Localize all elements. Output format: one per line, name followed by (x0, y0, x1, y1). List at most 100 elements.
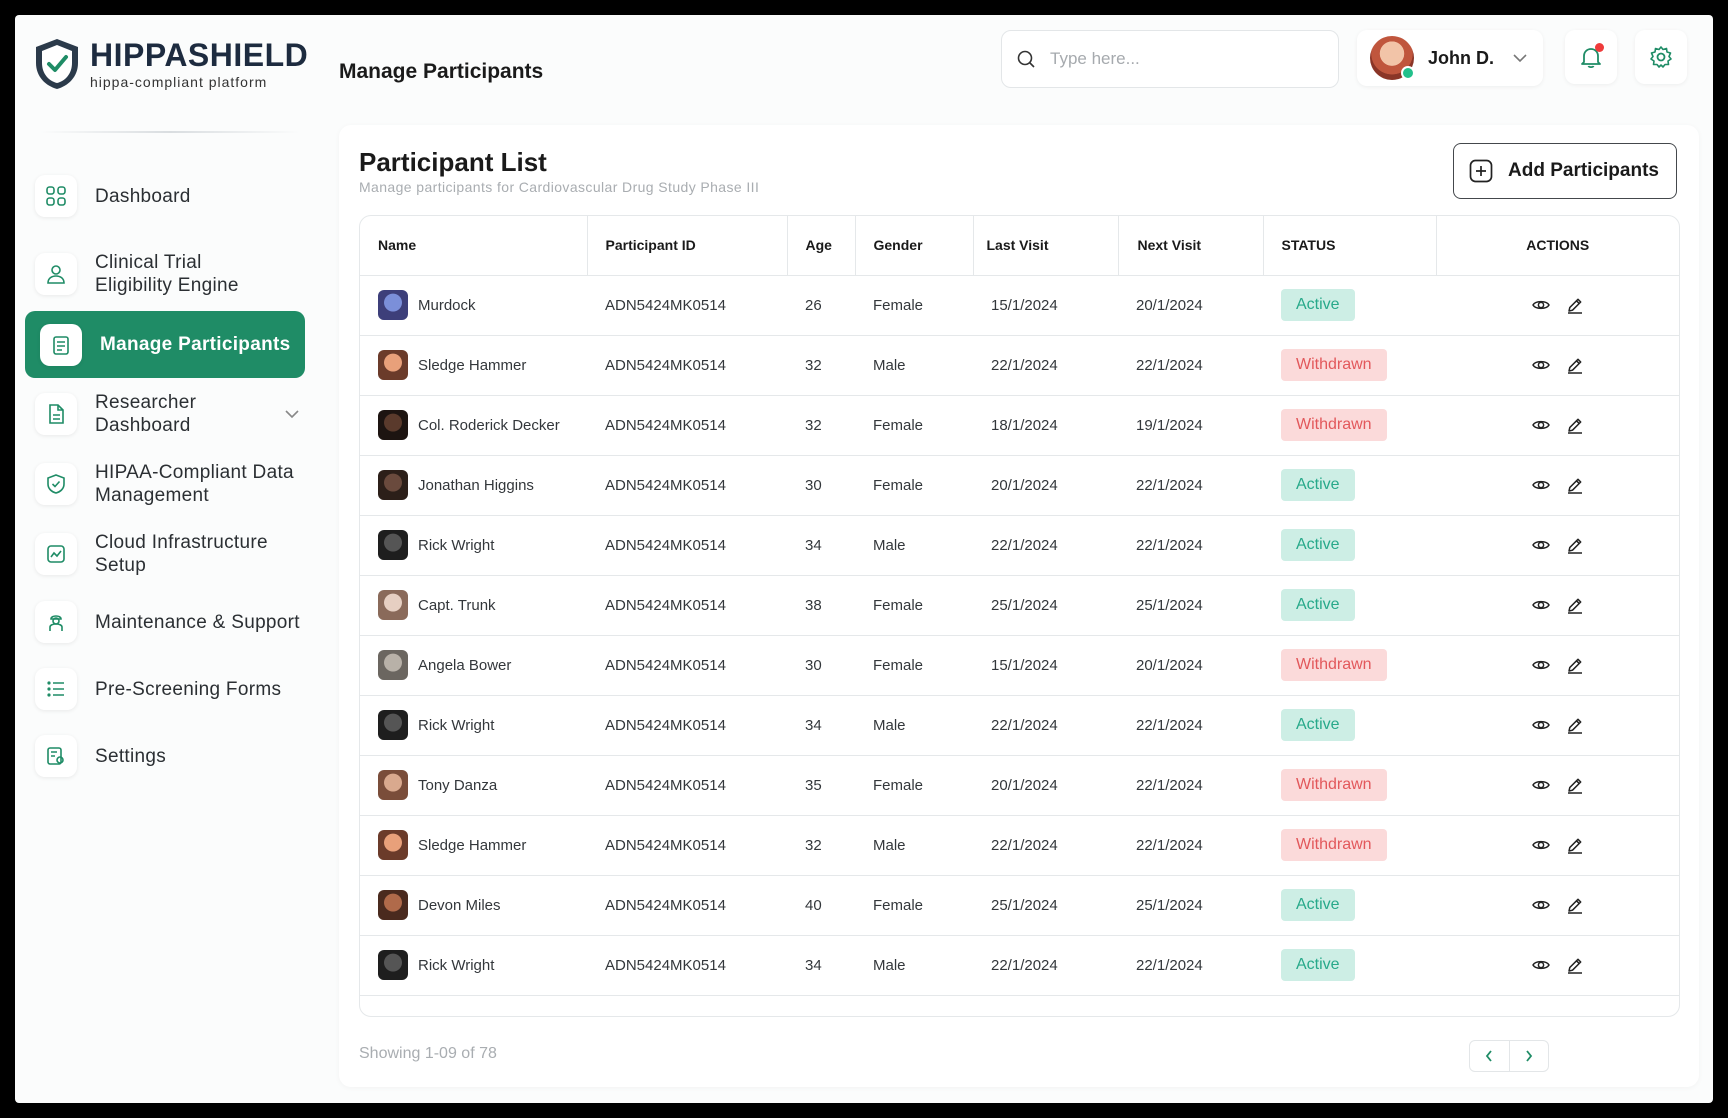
participant-name: Sledge Hammer (418, 356, 527, 374)
sidebar-item-label: Settings (95, 745, 167, 767)
participant-name-cell: Rick Wright (378, 530, 587, 560)
edit-button[interactable] (1565, 595, 1585, 615)
pagination-summary: Showing 1-09 of 78 (359, 1045, 497, 1062)
participant-age: 26 (787, 275, 855, 336)
participant-avatar (378, 350, 408, 380)
edit-button[interactable] (1565, 415, 1585, 435)
view-button[interactable] (1531, 295, 1551, 315)
notifications-button[interactable] (1565, 30, 1617, 84)
participant-name: Col. Roderick Decker (418, 416, 560, 434)
edit-button[interactable] (1565, 655, 1585, 675)
table-row: Sledge Hammer ADN5424MK0514 32 Male 22/1/202… (360, 815, 1679, 876)
pencil-icon (1567, 598, 1582, 614)
edit-button[interactable] (1565, 475, 1585, 495)
notification-badge (1595, 43, 1604, 52)
participant-id: ADN5424MK0514 (587, 455, 787, 516)
search-box[interactable] (1001, 30, 1339, 88)
next-page-button[interactable] (1510, 1041, 1549, 1071)
edit-button[interactable] (1565, 775, 1585, 795)
participant-list-card: Participant List Manage participants for… (339, 125, 1699, 1087)
sidebar-item-manage-participants[interactable]: Manage Participants (25, 311, 305, 378)
table-row: Rick Wright ADN5424MK0514 34 Male 22/1/2024 2… (360, 935, 1679, 996)
pencil-icon (1567, 718, 1582, 734)
edit-button[interactable] (1565, 835, 1585, 855)
column-header-participant-id[interactable]: Participant ID (587, 216, 788, 276)
column-header-status[interactable]: STATUS (1263, 216, 1437, 276)
edit-button[interactable] (1565, 895, 1585, 915)
view-button[interactable] (1531, 475, 1551, 495)
pencil-icon (1567, 898, 1582, 914)
participant-age: 30 (787, 635, 855, 696)
next-visit: 22/1/2024 (1118, 455, 1263, 516)
table-body: Murdock ADN5424MK0514 26 Female 15/1/2024 20/… (360, 275, 1679, 996)
eye-icon (1531, 660, 1550, 670)
add-participants-button[interactable]: Add Participants (1453, 143, 1677, 199)
column-header-age[interactable]: Age (787, 216, 856, 276)
chevron-down-icon (1513, 54, 1527, 63)
participant-gender: Male (855, 335, 973, 396)
user-icon (35, 253, 77, 295)
participant-age: 30 (787, 455, 855, 516)
sidebar-item-label: Manage Participants (100, 334, 291, 355)
card-subtitle: Manage participants for Cardiovascular D… (359, 179, 760, 195)
view-button[interactable] (1531, 535, 1551, 555)
edit-button[interactable] (1565, 955, 1585, 975)
sidebar-item-prescreening[interactable]: Pre-Screening Forms (20, 668, 330, 710)
last-visit: 15/1/2024 (973, 635, 1118, 696)
table-header-row: Name Participant ID Age Gender Last Visi… (360, 216, 1679, 276)
participant-gender: Male (855, 695, 973, 756)
edit-button[interactable] (1565, 295, 1585, 315)
column-header-next-visit[interactable]: Next Visit (1118, 216, 1264, 276)
row-actions (1454, 355, 1679, 375)
participant-gender: Male (855, 815, 973, 876)
edit-button[interactable] (1565, 355, 1585, 375)
status-badge: Withdrawn (1281, 409, 1387, 441)
participant-name: Angela Bower (418, 656, 512, 674)
row-actions (1454, 415, 1679, 435)
column-header-name[interactable]: Name (360, 216, 588, 276)
view-button[interactable] (1531, 595, 1551, 615)
participant-name: Capt. Trunk (418, 596, 496, 614)
last-visit: 22/1/2024 (973, 815, 1118, 876)
sidebar-item-data-management[interactable]: HIPAA-Compliant Data Management (20, 461, 330, 507)
document-icon (35, 393, 77, 435)
status-badge: Active (1281, 709, 1355, 741)
view-button[interactable] (1531, 655, 1551, 675)
sidebar-item-eligibility[interactable]: Clinical Trial Eligibility Engine (20, 251, 330, 297)
user-menu[interactable]: John D. (1357, 30, 1543, 86)
edit-button[interactable] (1565, 715, 1585, 735)
view-button[interactable] (1531, 415, 1551, 435)
last-visit: 20/1/2024 (973, 755, 1118, 816)
last-visit: 20/1/2024 (973, 455, 1118, 516)
edit-button[interactable] (1565, 535, 1585, 555)
sidebar-item-cloud-setup[interactable]: Cloud Infrastructure Setup (20, 531, 330, 577)
brand-name: HIPPASHIELD (90, 37, 309, 73)
participant-id: ADN5424MK0514 (587, 935, 787, 996)
view-button[interactable] (1531, 775, 1551, 795)
search-input[interactable] (1048, 48, 1312, 70)
view-button[interactable] (1531, 355, 1551, 375)
view-button[interactable] (1531, 955, 1551, 975)
view-button[interactable] (1531, 715, 1551, 735)
view-button[interactable] (1531, 895, 1551, 915)
chevron-down-icon[interactable] (284, 409, 300, 419)
participant-age: 35 (787, 755, 855, 816)
row-actions (1454, 655, 1679, 675)
participant-age: 34 (787, 935, 855, 996)
sidebar-item-researcher-dashboard[interactable]: Researcher Dashboard (20, 391, 330, 437)
participant-avatar (378, 290, 408, 320)
sidebar-item-maintenance[interactable]: Maintenance & Support (20, 601, 330, 643)
settings-button[interactable] (1635, 30, 1687, 84)
sidebar-item-dashboard[interactable]: Dashboard (20, 175, 330, 217)
sidebar-item-settings[interactable]: Settings (20, 735, 330, 777)
column-header-gender[interactable]: Gender (855, 216, 974, 276)
brand-logo[interactable]: HIPPASHIELD hippa-compliant platform (32, 37, 308, 91)
column-header-last-visit[interactable]: Last Visit (973, 216, 1119, 276)
view-button[interactable] (1531, 835, 1551, 855)
participant-avatar (378, 650, 408, 680)
status-badge: Withdrawn (1281, 649, 1387, 681)
previous-page-button[interactable] (1470, 1041, 1510, 1071)
participant-avatar (378, 830, 408, 860)
eye-icon (1531, 480, 1550, 490)
table-row: Devon Miles ADN5424MK0514 40 Female 25/1/202… (360, 875, 1679, 936)
